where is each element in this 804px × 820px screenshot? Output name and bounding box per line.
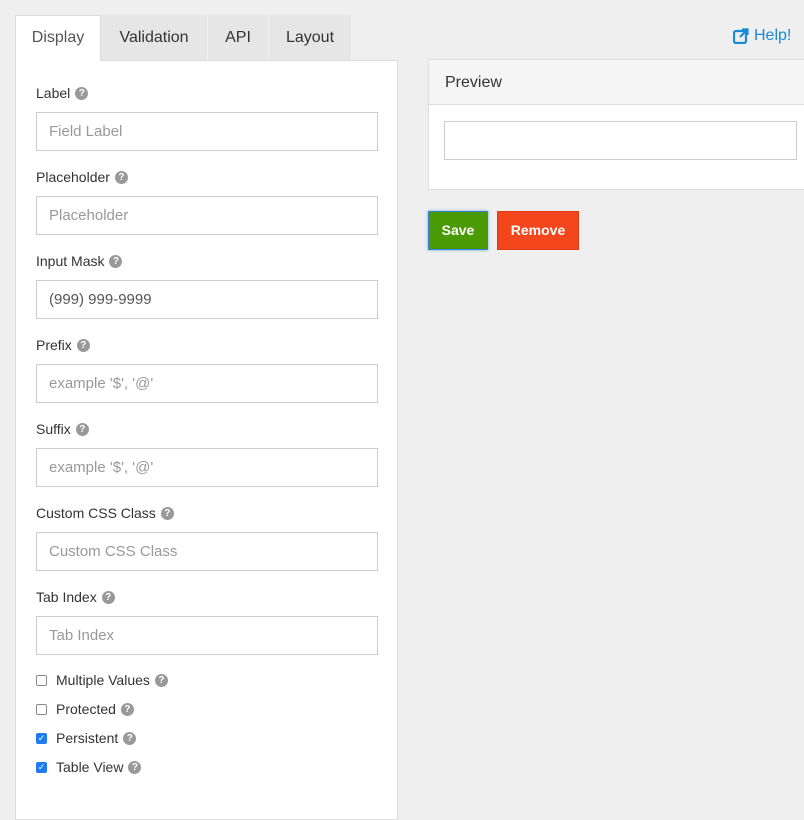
preview-title: Preview [429, 60, 804, 105]
field-label-text: Custom CSS Class [36, 505, 156, 521]
field-label-text: Prefix [36, 337, 72, 353]
tab-index-input[interactable] [36, 616, 378, 655]
field-label-text: Suffix [36, 421, 71, 437]
checkbox-checked[interactable]: ✓ [36, 761, 47, 773]
question-circle-icon[interactable]: ? [154, 673, 168, 687]
field-input-mask: Input Mask? [36, 251, 378, 319]
preview-panel: Preview [428, 59, 804, 190]
question-circle-icon[interactable]: ? [101, 590, 115, 604]
display-panel: Label? Placeholder? Input Mask? Prefix? … [15, 60, 398, 820]
field-label-text: Input Mask [36, 253, 105, 269]
checkbox-persistent[interactable]: ✓ Persistent? [36, 728, 137, 748]
checkbox-label: Persistent [56, 730, 119, 746]
help-label: Help! [754, 27, 792, 44]
question-circle-icon[interactable]: ? [120, 702, 134, 716]
field-label-row: Custom CSS Class? [36, 503, 378, 523]
field-tab-index: Tab Index? [36, 587, 378, 655]
field-label-text: Placeholder [36, 169, 110, 185]
tab-validation[interactable]: Validation [101, 15, 207, 60]
question-circle-icon[interactable]: ? [128, 760, 142, 774]
question-circle-icon[interactable]: ? [114, 170, 128, 184]
field-label: Label? [36, 83, 378, 151]
help-link[interactable]: Help! [733, 27, 791, 45]
field-suffix: Suffix? [36, 419, 378, 487]
field-label-row: Label? [36, 83, 378, 103]
checkbox-label: Protected [56, 701, 116, 717]
question-circle-icon[interactable]: ? [109, 254, 123, 268]
checkbox-label: Table View [56, 759, 124, 775]
question-circle-icon[interactable]: ? [160, 506, 174, 520]
tab-display[interactable]: Display [15, 15, 101, 61]
field-label-text: Tab Index [36, 589, 97, 605]
field-label-row: Prefix? [36, 335, 378, 355]
external-link-icon [733, 28, 749, 44]
field-placeholder: Placeholder? [36, 167, 378, 235]
field-label-row: Tab Index? [36, 587, 378, 607]
prefix-input[interactable] [36, 364, 378, 403]
field-label-row: Placeholder? [36, 167, 378, 187]
tab-api[interactable]: API [208, 15, 268, 60]
save-button[interactable]: Save [428, 211, 488, 250]
field-label-text: Label [36, 85, 71, 101]
input-mask-input[interactable] [36, 280, 378, 319]
field-label-row: Suffix? [36, 419, 378, 439]
checkbox-table-view[interactable]: ✓ Table View? [36, 757, 142, 777]
suffix-input[interactable] [36, 448, 378, 487]
checkbox[interactable] [36, 674, 47, 686]
checkbox-protected[interactable]: Protected? [36, 699, 134, 719]
question-circle-icon[interactable]: ? [76, 338, 90, 352]
label-input[interactable] [36, 112, 378, 151]
field-label-row: Input Mask? [36, 251, 378, 271]
question-circle-icon[interactable]: ? [123, 731, 137, 745]
field-custom-css-class: Custom CSS Class? [36, 503, 378, 571]
field-prefix: Prefix? [36, 335, 378, 403]
question-circle-icon[interactable]: ? [75, 422, 89, 436]
custom-css-class-input[interactable] [36, 532, 378, 571]
tab-layout[interactable]: Layout [269, 15, 351, 60]
checkbox[interactable] [36, 703, 47, 715]
preview-input[interactable] [444, 121, 797, 160]
checkbox-checked[interactable]: ✓ [36, 732, 47, 744]
placeholder-input[interactable] [36, 196, 378, 235]
question-circle-icon[interactable]: ? [75, 86, 89, 100]
checkbox-label: Multiple Values [56, 672, 150, 688]
checkbox-multiple-values[interactable]: Multiple Values? [36, 670, 168, 690]
remove-button[interactable]: Remove [497, 211, 579, 250]
